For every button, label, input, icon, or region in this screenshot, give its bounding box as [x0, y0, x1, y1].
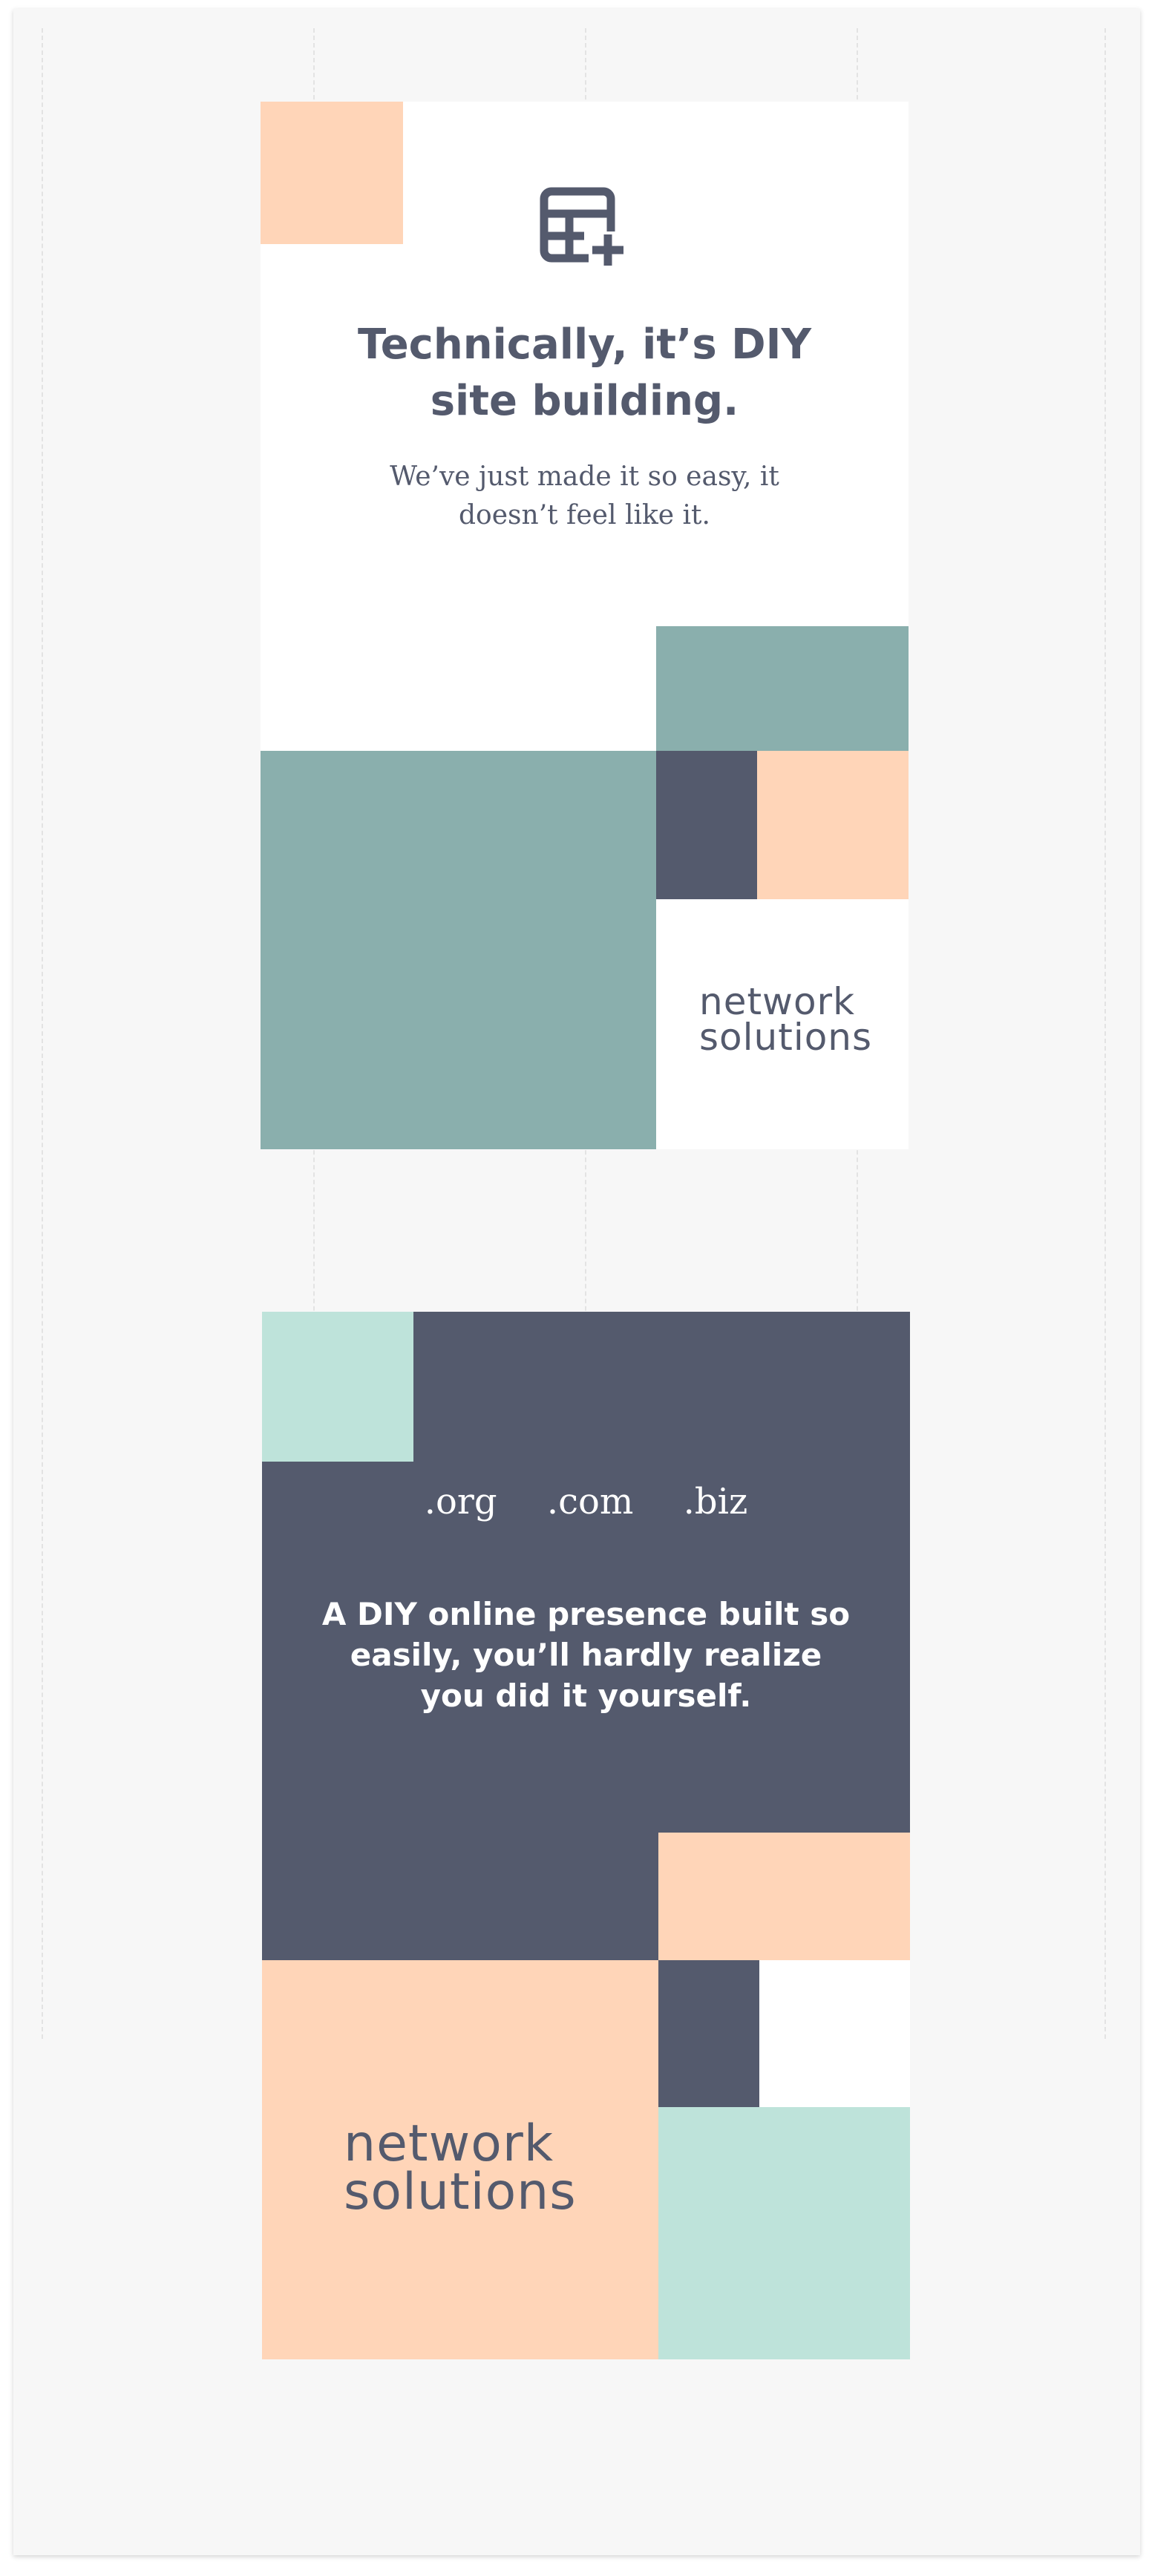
subheadline: We’ve just made it so easy, it doesn’t f… [261, 458, 909, 535]
logo-line: network [699, 980, 856, 1023]
table-plus-icon [540, 187, 629, 267]
teal-block-mid-right [656, 626, 909, 751]
subheadline-line: We’ve just made it so easy, it [390, 461, 779, 492]
slate-block [656, 751, 757, 899]
peach-block [757, 751, 909, 899]
body-line: you did it yourself. [420, 1678, 752, 1714]
network-solutions-logo: network solutions [344, 2115, 577, 2221]
mint-block-top-left [262, 1312, 413, 1462]
peach-block-mid-right [658, 1833, 910, 1960]
domain-extensions: .org .com .biz [262, 1481, 910, 1522]
network-solutions-logo: network solutions [699, 980, 873, 1059]
slate-block [658, 1960, 759, 2107]
body-line: A DIY online presence built so [321, 1596, 851, 1632]
peach-block-top-left [261, 102, 403, 244]
logo-line: network [344, 2115, 554, 2173]
domain-extension: .biz [683, 1481, 748, 1522]
domain-extension: .org [424, 1481, 497, 1522]
ad-panel-online-presence: .org .com .biz A DIY online presence bui… [262, 1312, 910, 2359]
subheadline-line: doesn’t feel like it. [459, 500, 710, 530]
guide-line [1104, 28, 1106, 2039]
guide-line [42, 28, 43, 2039]
teal-block-large-bottom-left [261, 751, 656, 1149]
logo-line: solutions [344, 2162, 577, 2221]
mint-block-bottom-right [658, 2107, 910, 2359]
ad-panel-site-building: Technically, it’s DIY site building. We’… [261, 102, 909, 1149]
headline-line: Technically, it’s DIY [357, 321, 812, 369]
body-copy: A DIY online presence built so easily, y… [262, 1594, 910, 1716]
white-block [759, 1960, 910, 2107]
headline: Technically, it’s DIY site building. [261, 317, 909, 430]
logo-line: solutions [699, 1015, 873, 1059]
body-line: easily, you’ll hardly realize [350, 1637, 822, 1673]
domain-extension: .com [546, 1481, 634, 1522]
headline-line: site building. [430, 377, 739, 425]
